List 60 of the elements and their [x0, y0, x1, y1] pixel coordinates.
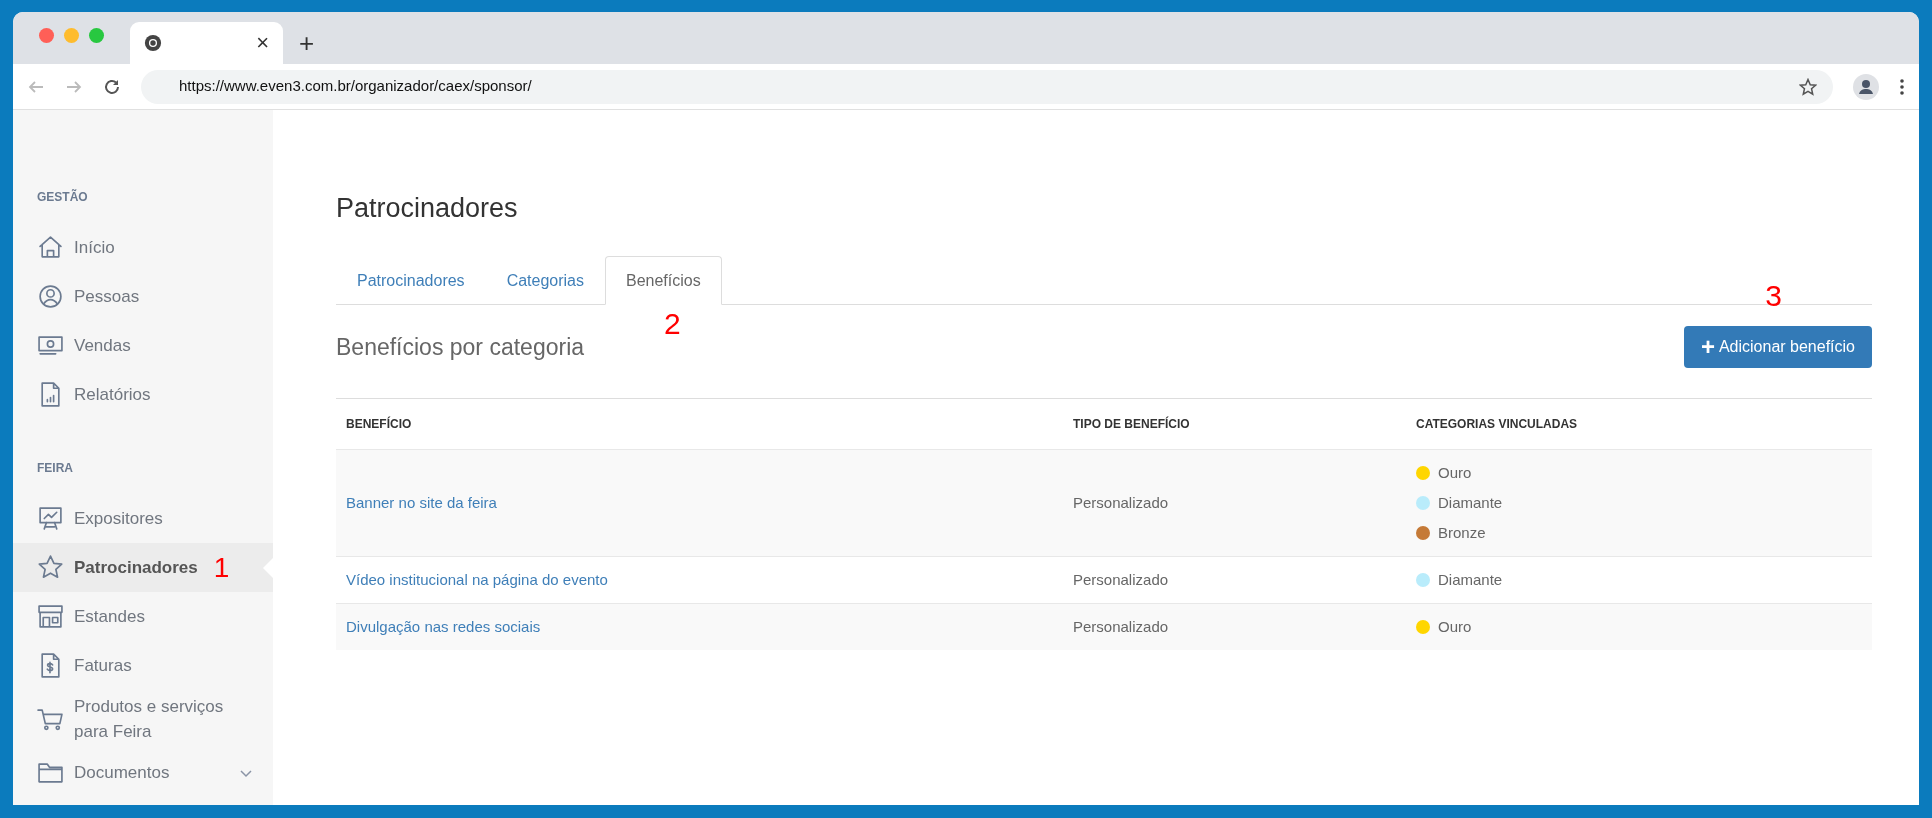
section-heading: GESTÃO: [36, 188, 89, 206]
column-header: CATEGORIAS VINCULADAS: [1406, 398, 1872, 450]
star-icon: [37, 554, 64, 581]
category-label: Bronze: [1438, 522, 1486, 543]
sidebar-item[interactable]: Produtos e serviços para Feira: [13, 690, 273, 748]
url-text: https://www.even3.com.br/organizador/caex/sponsor/: [179, 76, 533, 97]
annotation-number: 1: [213, 553, 230, 582]
column-header: BENEFÍCIO: [336, 398, 1063, 450]
bookmark-star-icon[interactable]: [1799, 77, 1817, 96]
table-cell: Personalizado: [1063, 449, 1406, 557]
sidebar-item[interactable]: Faturas: [13, 641, 273, 690]
benefit-link[interactable]: Divulgação nas redes sociais: [336, 603, 1063, 650]
presentation-board-icon: [37, 505, 64, 532]
storefront-icon: [37, 603, 64, 630]
section-heading: FEIRA: [36, 460, 74, 477]
reload-icon[interactable]: [103, 77, 121, 96]
sidebar-item-label: Produtos e serviços para Feira: [74, 696, 225, 743]
close-tab-button[interactable]: ×: [256, 32, 269, 54]
category-label: Diamante: [1438, 492, 1503, 513]
table-cell: Personalizado: [1063, 556, 1406, 604]
home-icon: [37, 234, 64, 261]
new-tab-button[interactable]: +: [299, 30, 315, 56]
sidebar-item[interactable]: Início: [13, 223, 273, 272]
section-title: Benefícios por categoria: [336, 332, 585, 362]
sidebar-item-label: Estandes: [74, 606, 145, 628]
annotation-number: 2: [664, 309, 681, 339]
person-circle-icon: [37, 283, 64, 310]
sidebar-item[interactable]: Relatórios: [13, 370, 273, 419]
chevron-down-icon[interactable]: [239, 767, 253, 778]
menu-icon[interactable]: [1899, 77, 1905, 96]
annotation-number: 3: [1765, 281, 1782, 311]
tab[interactable]: Categorias: [485, 256, 605, 305]
sidebar-item[interactable]: Vendas: [13, 321, 273, 370]
category-label: Ouro: [1438, 616, 1472, 637]
sidebar-item[interactable]: Pessoas: [13, 272, 273, 321]
sidebar-item-label: Documentos: [74, 762, 170, 784]
browser-tab[interactable]: ×: [130, 22, 283, 64]
sidebar-item-label: Patrocinadores: [74, 557, 198, 579]
sidebar-item[interactable]: Expositores: [13, 494, 273, 543]
table-cell: Personalizado: [1063, 603, 1406, 650]
sidebar-item[interactable]: Documentos: [13, 748, 273, 797]
category-label: Ouro: [1438, 462, 1472, 483]
tab[interactable]: Patrocinadores: [336, 256, 486, 305]
column-header: TIPO DE BENEFÍCIO: [1063, 398, 1406, 450]
sidebar-item-label: Relatórios: [74, 384, 151, 406]
sidebar-item-label: Vendas: [74, 335, 131, 357]
profile-avatar-icon[interactable]: [1853, 73, 1879, 100]
benefit-link[interactable]: Vídeo institucional na página do evento: [336, 556, 1063, 604]
chrome-icon: [144, 34, 162, 52]
add-benefit-button[interactable]: + Adicionar benefício: [1683, 326, 1872, 368]
sidebar-item-label: Início: [74, 237, 115, 259]
address-bar[interactable]: https://www.even3.com.br/organizador/caex/sponsor/: [141, 69, 1833, 104]
sidebar-item-label: Expositores: [74, 508, 163, 530]
category-label: Diamante: [1438, 569, 1503, 590]
page-title: Patrocinadores: [336, 195, 519, 222]
sidebar-item-label: Faturas: [74, 655, 132, 677]
sidebar-item[interactable]: Estandes: [13, 592, 273, 641]
benefit-link[interactable]: Banner no site da feira: [336, 449, 1063, 557]
sidebar-item[interactable]: Patrocinadores 1: [13, 543, 273, 592]
sidebar-item-label: Pessoas: [74, 286, 140, 308]
